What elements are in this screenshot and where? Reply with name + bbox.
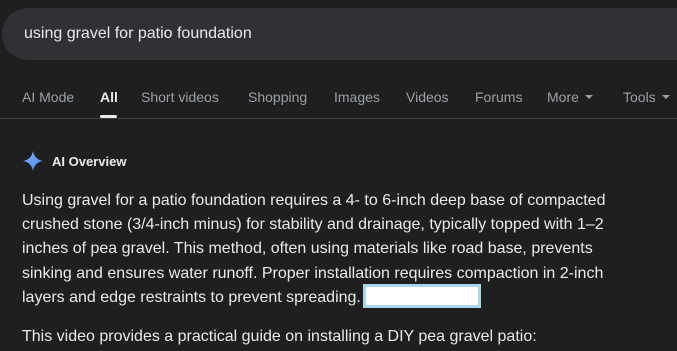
- tab-videos[interactable]: Videos: [406, 88, 449, 106]
- tab-all[interactable]: All: [100, 88, 118, 106]
- ai-overview-title: AI Overview: [52, 154, 127, 169]
- chevron-down-icon: [661, 95, 670, 100]
- chevron-down-icon: [584, 95, 593, 100]
- overview-line-text: layers and edge restraints to prevent sp…: [22, 289, 361, 307]
- search-tabs: AI Mode All Short videos Shopping Images…: [0, 88, 677, 110]
- tab-images[interactable]: Images: [334, 88, 380, 106]
- tab-short-videos[interactable]: Short videos: [141, 88, 219, 106]
- sparkle-icon: [22, 150, 44, 172]
- tab-forums[interactable]: Forums: [475, 88, 522, 106]
- overview-line: crushed stone (3/4-inch minus) for stabi…: [22, 216, 604, 234]
- tab-tools[interactable]: Tools: [623, 88, 670, 106]
- overview-line: inches of pea gravel. This method, often…: [22, 240, 593, 258]
- overview-line: sinking and ensures water runoff. Proper…: [22, 264, 604, 282]
- tabs-divider: [0, 118, 677, 119]
- tab-ai-mode[interactable]: AI Mode: [22, 88, 74, 106]
- search-input[interactable]: using gravel for patio foundation: [24, 25, 252, 43]
- overview-line: Using gravel for a patio foundation requ…: [22, 192, 606, 209]
- tab-tools-label: Tools: [623, 89, 656, 105]
- ai-overview-text: Using gravel for a patio foundation requ…: [22, 189, 672, 310]
- tab-shopping[interactable]: Shopping: [248, 88, 307, 106]
- tab-more-label: More: [547, 89, 579, 105]
- overview-line-last: layers and edge restraints to prevent sp…: [22, 283, 672, 310]
- tab-more[interactable]: More: [547, 88, 593, 106]
- search-bar[interactable]: using gravel for patio foundation: [2, 8, 677, 60]
- highlight-box: [362, 283, 481, 308]
- video-intro-text: This video provides a practical guide on…: [22, 328, 537, 345]
